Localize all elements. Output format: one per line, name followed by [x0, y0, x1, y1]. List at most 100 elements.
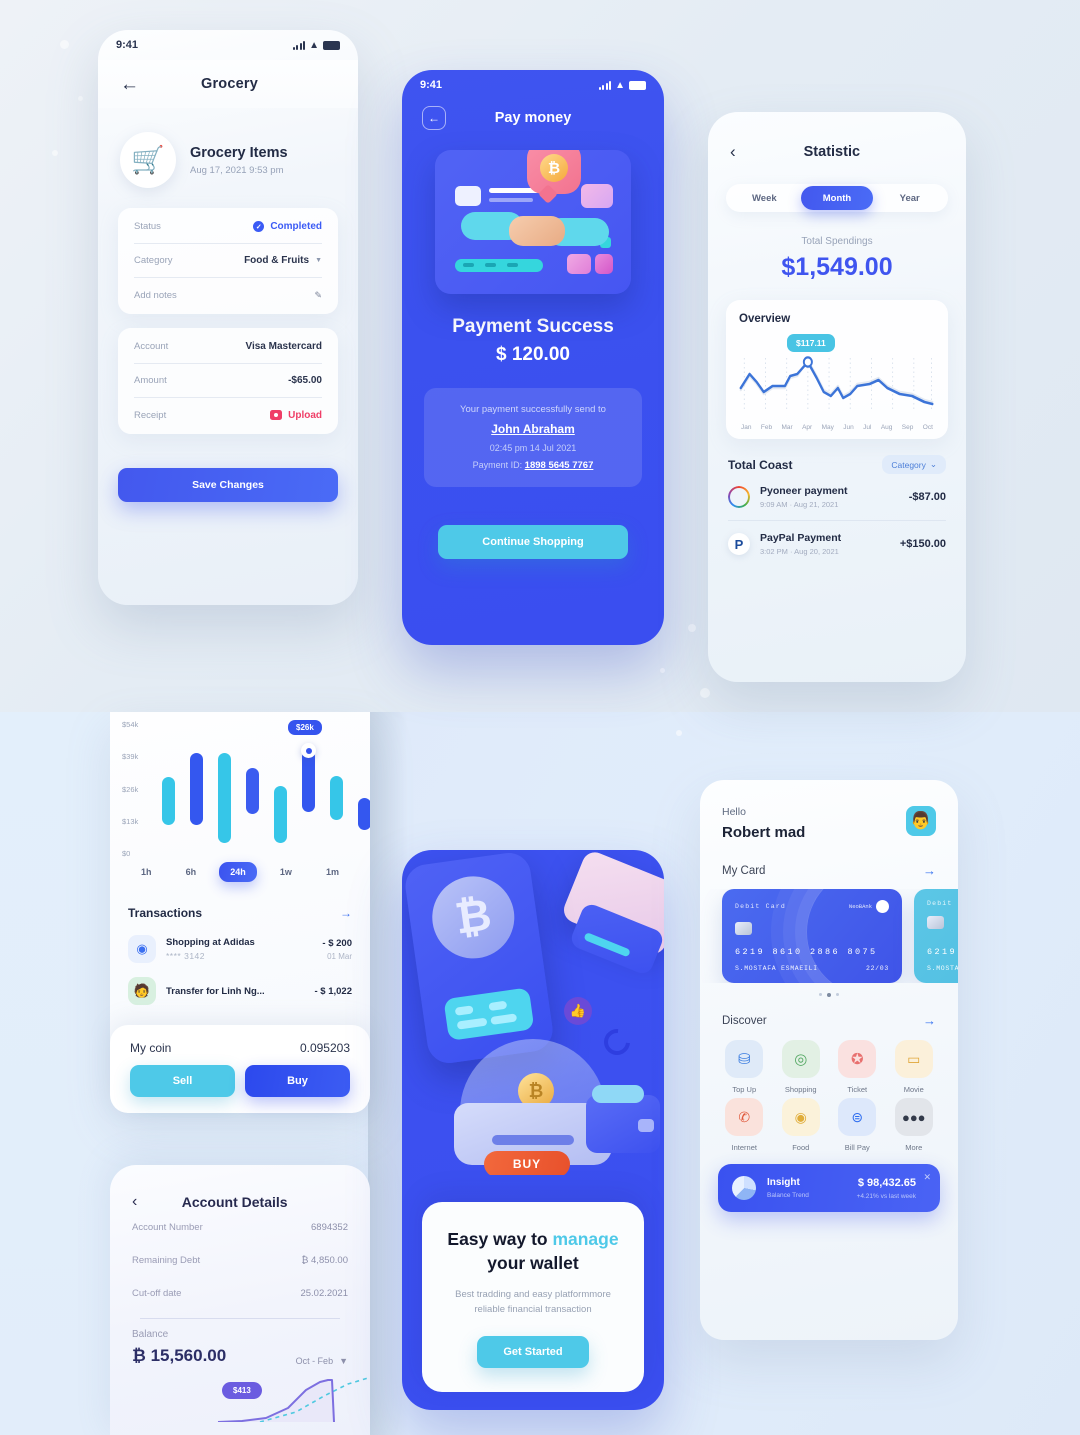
- transaction-amount: -$87.00: [908, 491, 946, 503]
- discover-label: Bill Pay: [844, 1143, 870, 1152]
- range-1h[interactable]: 1h: [130, 862, 163, 882]
- discover-item-food[interactable]: ◉ Food: [773, 1098, 830, 1152]
- discover-item-internet[interactable]: ✆ Internet: [716, 1098, 773, 1152]
- grocery-row-category[interactable]: Category Food & Fruits ▼: [134, 244, 322, 278]
- get-started-button[interactable]: Get Started: [477, 1336, 589, 1368]
- transaction-row[interactable]: P PayPal Payment 3:02 PM · Aug 20, 2021 …: [728, 521, 946, 567]
- battery-icon: [323, 40, 340, 50]
- page-title: Grocery: [200, 76, 258, 92]
- machine-slot-shape: [492, 1135, 574, 1145]
- buy-button[interactable]: Buy: [245, 1065, 350, 1097]
- debit-card[interactable]: Debit Card NeoBAnk 6219 8610 2886 8075 S…: [722, 889, 902, 983]
- payment-id-value[interactable]: 1898 5645 7767: [525, 460, 594, 471]
- discover-item-billpay[interactable]: ⊜ Bill Pay: [829, 1098, 886, 1152]
- palm-shape: [509, 216, 565, 246]
- chevron-down-icon: ⌄: [929, 459, 937, 469]
- pencil-icon[interactable]: ✎: [314, 290, 322, 301]
- buy-badge[interactable]: BUY: [484, 1151, 570, 1175]
- back-arrow-icon[interactable]: ←: [422, 106, 446, 130]
- grocery-header: ← Grocery: [98, 60, 358, 108]
- discover-item-movie[interactable]: ▭ Movie: [886, 1040, 943, 1094]
- transaction-row[interactable]: 🧑 Transfer for Linh Ng... - $ 1,022: [128, 970, 352, 1012]
- range-selector[interactable]: 1h 6h 24h 1w 1m: [130, 862, 350, 882]
- payment-receipt-box: Your payment successfully send to John A…: [424, 388, 642, 487]
- discover-label: Movie: [903, 1085, 924, 1094]
- payment-success-title: Payment Success: [452, 316, 614, 337]
- discover-item-topup[interactable]: ⛁ Top Up: [716, 1040, 773, 1094]
- tab-month[interactable]: Month: [800, 186, 874, 210]
- decor-bubble: [660, 668, 665, 673]
- person-icon: 🧑: [128, 977, 156, 1005]
- tab-week[interactable]: Week: [728, 186, 801, 210]
- category-filter-button[interactable]: Category ⌄: [882, 455, 946, 474]
- total-spendings-value: $1,549.00: [781, 253, 893, 281]
- debit-card[interactable]: Debit Card 6219 8 S.MOSTAFA I: [914, 889, 958, 983]
- range-selector[interactable]: Oct - Feb ▼: [296, 1356, 348, 1366]
- grocery-row-notes[interactable]: Add notes ✎: [134, 278, 322, 312]
- arrow-right-icon[interactable]: →: [923, 1013, 936, 1028]
- row-label: Category: [134, 255, 173, 266]
- insight-title: Insight: [767, 1177, 800, 1188]
- arrow-right-icon[interactable]: →: [340, 906, 352, 920]
- arrow-right-icon[interactable]: →: [923, 863, 936, 878]
- grocery-row-status[interactable]: Status ✓ Completed: [134, 210, 322, 244]
- card-top-row: Debit Card NeoBAnk: [735, 900, 889, 913]
- chevron-down-icon[interactable]: ▼: [315, 257, 322, 264]
- card-chip-icon: [927, 916, 944, 929]
- home-header: Hello Robert mad 👨: [700, 780, 958, 841]
- back-arrow-icon[interactable]: ←: [120, 75, 139, 94]
- card-carousel[interactable]: Debit Card NeoBAnk 6219 8610 2886 8075 S…: [700, 889, 958, 983]
- close-icon[interactable]: ✕: [923, 1172, 931, 1183]
- range-6h[interactable]: 6h: [175, 862, 208, 882]
- grocery-row-account: Account Visa Mastercard: [134, 330, 322, 364]
- account-row: Remaining Debt ₿ 4,850.00: [132, 1244, 348, 1277]
- card-pink-shape: [581, 184, 613, 208]
- divider: [140, 1318, 340, 1319]
- grocery-status-bar: 9:41 ▲: [98, 30, 358, 60]
- camera-icon[interactable]: [270, 410, 283, 420]
- tab-year[interactable]: Year: [873, 186, 946, 210]
- y-tick: $26k: [122, 784, 139, 794]
- transaction-name: PayPal Payment: [760, 532, 842, 544]
- row-value: ₿ 4,850.00: [301, 1255, 348, 1266]
- category-label: Category: [891, 459, 926, 470]
- line-chart-svg: [739, 356, 934, 412]
- y-tick: $13k: [122, 816, 139, 826]
- row-label: Add notes: [134, 289, 177, 301]
- range-24h[interactable]: 24h: [219, 862, 257, 882]
- discover-item-ticket[interactable]: ✪ Ticket: [829, 1040, 886, 1094]
- transaction-row[interactable]: ◉ Shopping at Adidas **** 3142 - $ 200 0…: [128, 928, 352, 970]
- sell-button[interactable]: Sell: [130, 1065, 235, 1097]
- x-tick: Aug: [880, 424, 893, 431]
- decor-bubble: [676, 730, 682, 736]
- chart-bars: $26k: [158, 720, 370, 843]
- dot[interactable]: [819, 993, 822, 996]
- decor-bubble: [688, 624, 696, 632]
- carousel-dots[interactable]: [700, 993, 958, 997]
- dot-active[interactable]: [827, 993, 831, 997]
- insight-banner[interactable]: Insight Balance Trend $ 98,432.65 +4.21%…: [718, 1164, 940, 1212]
- adidas-icon: ◉: [128, 935, 156, 963]
- grocery-row-amount: Amount -$65.00: [134, 364, 322, 398]
- discover-item-more[interactable]: ●●● More: [886, 1098, 943, 1152]
- item-name: Grocery Items: [190, 144, 288, 161]
- continue-shopping-button[interactable]: Continue Shopping: [438, 525, 628, 559]
- save-changes-button[interactable]: Save Changes: [118, 468, 338, 502]
- dot[interactable]: [836, 993, 839, 996]
- discover-label: Shopping: [784, 1085, 817, 1094]
- transaction-row[interactable]: Pyoneer payment 9:09 AM · Aug 21, 2021 -…: [728, 474, 946, 521]
- my-coin-panel: My coin 0.095203 Sell Buy: [110, 1025, 370, 1113]
- bar-1: [162, 777, 175, 825]
- crypto-bar-chart: $54k $39k $26k $13k $0 $26k: [122, 720, 370, 858]
- avatar[interactable]: 👨: [906, 806, 936, 836]
- range-1m[interactable]: 1m: [315, 862, 350, 882]
- range-1w[interactable]: 1w: [269, 862, 303, 882]
- discover-item-shopping[interactable]: ◎ Shopping: [773, 1040, 830, 1094]
- x-tick: Mar: [781, 424, 793, 431]
- period-segmented-control[interactable]: Week Month Year: [726, 184, 948, 212]
- pie-chart-icon: [732, 1176, 756, 1200]
- grocery-row-receipt[interactable]: Receipt Upload: [134, 398, 322, 432]
- greeting-text: Hello: [722, 806, 746, 818]
- pay-money-screen: 9:41 ▲ ← Pay money ₿ Payment Success $ 1…: [402, 70, 664, 645]
- x-tick: Jan: [741, 424, 752, 431]
